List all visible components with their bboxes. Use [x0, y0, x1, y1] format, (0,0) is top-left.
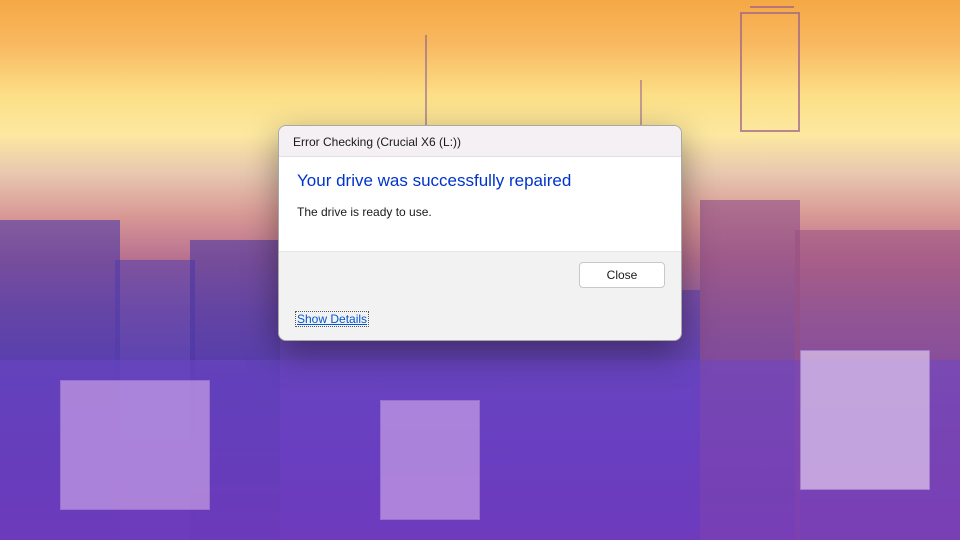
dialog-body: Your drive was successfully repaired The… — [279, 157, 681, 251]
close-button[interactable]: Close — [579, 262, 665, 288]
dialog-message: The drive is ready to use. — [297, 205, 663, 219]
error-checking-dialog: Error Checking (Crucial X6 (L:)) Your dr… — [278, 125, 682, 341]
dialog-heading: Your drive was successfully repaired — [297, 171, 663, 191]
dialog-button-row: Close — [279, 251, 681, 300]
dialog-title: Error Checking (Crucial X6 (L:)) — [279, 126, 681, 157]
show-details-link[interactable]: Show Details — [295, 311, 369, 327]
dialog-footer: Show Details — [279, 300, 681, 340]
